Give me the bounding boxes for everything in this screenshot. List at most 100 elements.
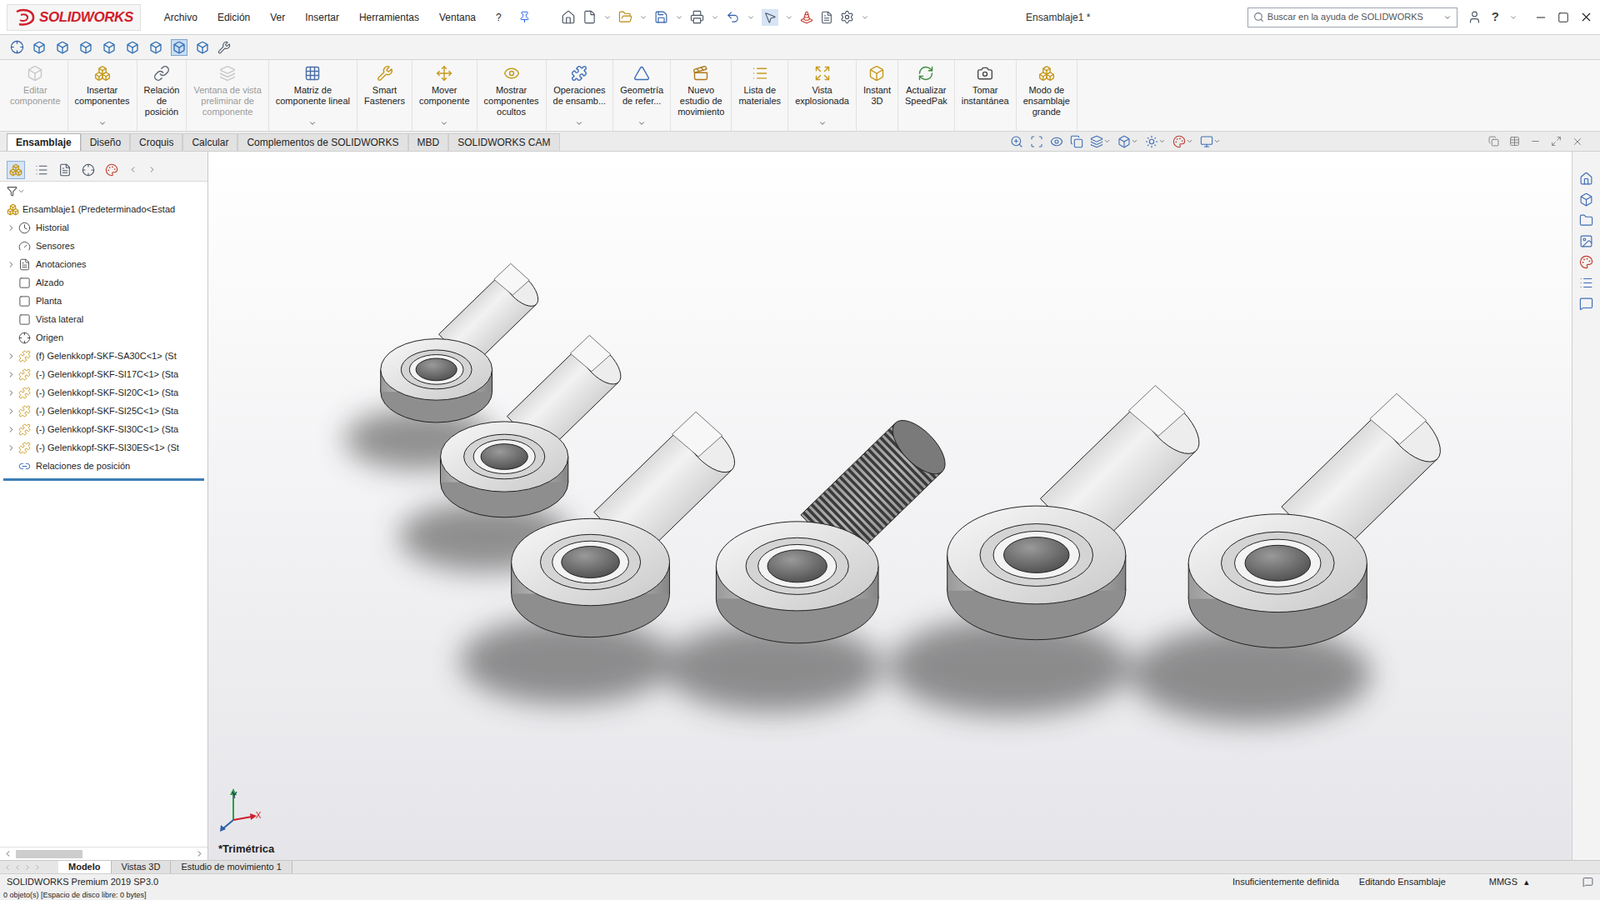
tree-item[interactable]: Sensores: [0, 236, 208, 255]
ribbon-button[interactable]: Mostrar componentes ocultos: [477, 60, 547, 131]
ribbon-button[interactable]: Tomar instantánea: [955, 60, 1017, 131]
scroll-thumb[interactable]: [15, 850, 83, 859]
nav-icon[interactable]: [23, 863, 32, 872]
help-button[interactable]: ?: [1491, 7, 1500, 27]
command-tab[interactable]: Complementos de SOLIDWORKS: [237, 133, 408, 151]
display-manager-icon[interactable]: [105, 163, 119, 177]
bottom-tab[interactable]: Modelo: [58, 860, 112, 874]
viewport-close-icon[interactable]: [1571, 135, 1584, 148]
task-pane-icon[interactable]: [1579, 192, 1594, 207]
heads-up-button[interactable]: [1050, 135, 1064, 149]
dropdown-icon[interactable]: [710, 13, 720, 22]
tree-item[interactable]: Relaciones de posición: [0, 456, 208, 475]
view-orientation-button[interactable]: [147, 39, 165, 56]
ribbon-button[interactable]: Geometría de refer...: [613, 60, 671, 131]
menu-item[interactable]: Herramientas: [355, 10, 423, 25]
rod-end[interactable]: [380, 263, 545, 423]
horizontal-scrollbar[interactable]: [0, 846, 208, 860]
tree-item[interactable]: (-) Gelenkkopf-SKF-SI30ES<1> (St: [0, 438, 208, 457]
unit-arrow[interactable]: ▴: [1524, 875, 1583, 890]
ribbon-button[interactable]: Lista de materiales: [731, 60, 789, 131]
task-pane-icon[interactable]: [1579, 255, 1594, 270]
dropdown-icon[interactable]: [675, 13, 684, 22]
tree-item[interactable]: Historial: [0, 218, 208, 237]
ribbon-button[interactable]: Smart Fasteners: [357, 60, 413, 131]
user-icon[interactable]: [1467, 10, 1482, 25]
view-orientation-button[interactable]: [30, 39, 48, 56]
scroll-right-icon[interactable]: [195, 849, 205, 859]
command-tab[interactable]: Diseño: [80, 133, 130, 151]
property-manager-icon[interactable]: [35, 163, 49, 177]
menu-item[interactable]: ?: [492, 10, 505, 25]
command-tab[interactable]: Croquis: [130, 133, 183, 151]
ribbon-button[interactable]: Vista explosionada: [788, 60, 857, 131]
ribbon-button[interactable]: Actualizar SpeedPak: [898, 60, 955, 131]
expand-icon[interactable]: [6, 425, 16, 435]
scroll-right-icon[interactable]: [147, 165, 157, 175]
dropdown-icon[interactable]: [440, 119, 449, 128]
heads-up-button[interactable]: [1145, 135, 1166, 149]
tree-item[interactable]: (-) Gelenkkopf-SKF-SI17C<1> (Sta: [0, 365, 208, 384]
notification-icon[interactable]: [1582, 876, 1594, 888]
file-properties-icon[interactable]: [820, 10, 834, 25]
ribbon-button[interactable]: Operaciones de ensamb...: [546, 60, 615, 131]
dropdown-icon[interactable]: [639, 13, 648, 22]
nav-icon[interactable]: [33, 863, 42, 872]
rod-end[interactable]: [511, 411, 744, 638]
view-orientation-button[interactable]: [124, 39, 141, 56]
dropdown-icon[interactable]: [98, 119, 107, 128]
view-orientation-button[interactable]: [194, 39, 211, 56]
print-icon[interactable]: [690, 10, 705, 25]
dropdown-icon[interactable]: [860, 13, 870, 22]
ribbon-button[interactable]: Relación de posición: [137, 60, 188, 131]
command-tab[interactable]: Ensamblaje: [6, 133, 81, 151]
menu-item[interactable]: Ventana: [435, 10, 480, 25]
help-search[interactable]: Buscar en la ayuda de SOLIDWORKS: [1247, 7, 1458, 28]
undo-icon[interactable]: [725, 10, 740, 25]
heads-up-button[interactable]: [1117, 135, 1139, 149]
tree-item[interactable]: Alzado: [0, 273, 208, 292]
rod-end[interactable]: [1188, 393, 1450, 649]
tree-item[interactable]: Planta: [0, 291, 208, 310]
task-pane-icon[interactable]: [1579, 171, 1594, 186]
heads-up-button[interactable]: [1030, 135, 1044, 149]
scroll-left-icon[interactable]: [3, 849, 13, 859]
expand-icon[interactable]: [6, 351, 16, 361]
command-tab[interactable]: SOLIDWORKS CAM: [448, 133, 560, 151]
edit-appearance-icon[interactable]: [217, 40, 231, 55]
task-pane-icon[interactable]: [1579, 275, 1594, 290]
logo[interactable]: SOLIDWORKS: [6, 4, 141, 31]
nav-icon[interactable]: [3, 863, 12, 872]
select-icon[interactable]: [763, 10, 777, 25]
heads-up-button[interactable]: [1172, 135, 1194, 149]
bottom-tab[interactable]: Vistas 3D: [111, 860, 172, 874]
save-icon[interactable]: [654, 10, 669, 25]
heads-up-button[interactable]: [1010, 135, 1024, 149]
menu-item[interactable]: Ver: [266, 10, 289, 25]
graphics-area[interactable]: YX*Trimétrica: [208, 151, 1572, 860]
ribbon-button[interactable]: Insertar componentes: [68, 60, 138, 131]
expand-icon[interactable]: [6, 370, 16, 380]
task-pane-icon[interactable]: [1579, 234, 1594, 249]
dimxpert-icon[interactable]: [81, 163, 95, 177]
open-icon[interactable]: [618, 10, 633, 25]
dropdown-icon[interactable]: [1443, 13, 1452, 22]
viewport-restore-icon[interactable]: [1550, 135, 1562, 147]
ribbon-button[interactable]: Matriz de componente lineal: [269, 60, 358, 131]
tree-item[interactable]: Vista lateral: [0, 310, 208, 329]
menu-item[interactable]: Archivo: [160, 10, 201, 25]
scroll-left-icon[interactable]: [128, 165, 138, 175]
tree-item[interactable]: (f) Gelenkkopf-SKF-SA30C<1> (St: [0, 346, 208, 365]
task-pane-icon[interactable]: [1579, 296, 1594, 311]
pin-icon[interactable]: [518, 10, 531, 24]
split-view-icon[interactable]: [1488, 135, 1500, 147]
tree-item[interactable]: (-) Gelenkkopf-SKF-SI25C<1> (Sta: [0, 401, 208, 420]
command-tab[interactable]: Calcular: [182, 133, 238, 151]
rebuild-icon[interactable]: [800, 10, 814, 25]
normal-to-icon[interactable]: [10, 40, 25, 55]
nav-icon[interactable]: [13, 863, 22, 872]
rod-end[interactable]: [715, 411, 954, 644]
view-orientation-button[interactable]: [100, 39, 118, 56]
heads-up-button[interactable]: [1070, 135, 1084, 149]
expand-icon[interactable]: [6, 388, 16, 398]
